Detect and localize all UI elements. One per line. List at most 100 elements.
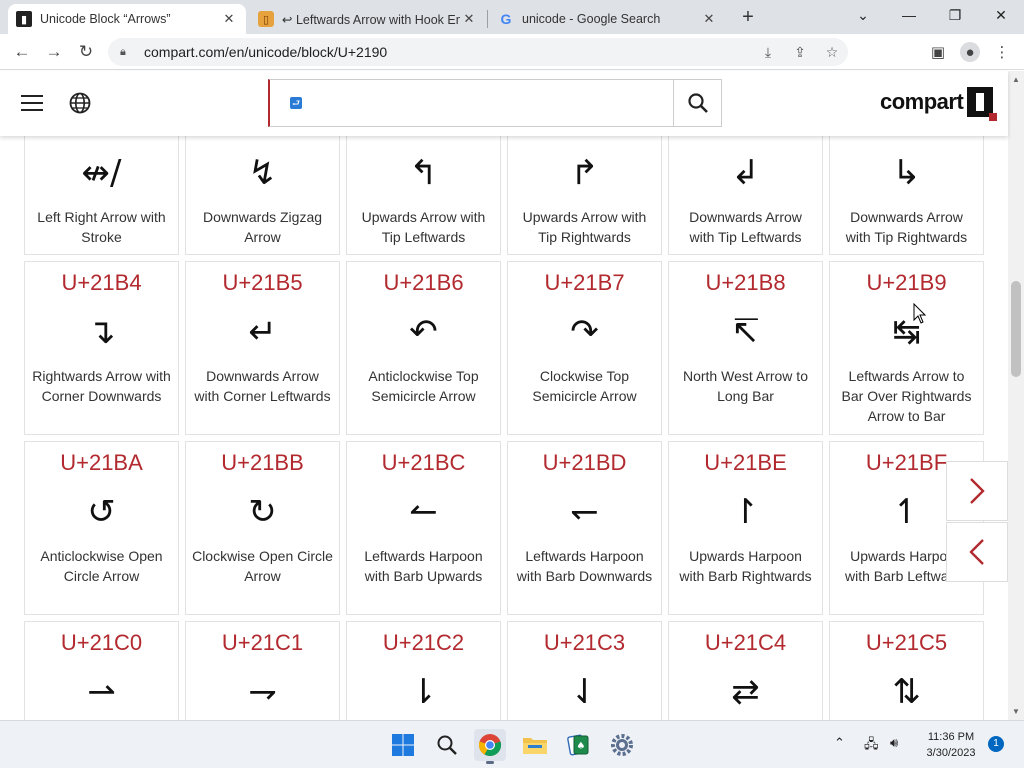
character-code: U+21C2 bbox=[382, 630, 465, 655]
compart-logo[interactable]: compart bbox=[880, 87, 998, 121]
search-icon[interactable] bbox=[431, 729, 463, 761]
tab-title: Unicode Block “Arrows” bbox=[40, 12, 171, 26]
restore-button[interactable]: ❐ bbox=[932, 0, 978, 30]
tab-google-search[interactable]: G unicode - Google Search ✕ bbox=[490, 4, 726, 34]
character-cell[interactable]: U+21B7 ↷ Clockwise Top Semicircle Arrow bbox=[507, 261, 662, 435]
back-button[interactable]: ← bbox=[8, 38, 36, 66]
address-bar[interactable]: 🔒︎ compart.com/en/unicode/block/U+2190 ⤓… bbox=[108, 38, 848, 66]
hamburger-menu-icon[interactable] bbox=[21, 95, 43, 111]
bookmark-star-icon[interactable]: ☆ bbox=[822, 42, 842, 62]
new-tab-button[interactable]: + bbox=[737, 6, 759, 28]
chrome-icon[interactable] bbox=[474, 729, 506, 764]
scroll-down-icon[interactable]: ▼ bbox=[1012, 707, 1020, 716]
next-page-button[interactable] bbox=[946, 461, 1008, 521]
page-scrollbar[interactable]: ▲ ▼ bbox=[1008, 71, 1024, 720]
character-code: U+21C1 bbox=[221, 630, 304, 655]
mouse-pointer-icon bbox=[913, 303, 927, 324]
menu-kebab-icon[interactable]: ⋮ bbox=[992, 42, 1012, 62]
character-code: U+21BA bbox=[60, 450, 143, 475]
character-cell[interactable]: U+21C3 ⇃ bbox=[507, 621, 662, 720]
character-cell[interactable]: U+21C2 ⇂ bbox=[346, 621, 501, 720]
share-icon[interactable]: ⇪ bbox=[790, 42, 810, 62]
character-glyph: ↲ bbox=[731, 153, 760, 193]
character-cell[interactable]: U+21B8 ↸ North West Arrow to Long Bar bbox=[668, 261, 823, 435]
character-cell[interactable]: U+21B6 ↶ Anticlockwise Top Semicircle Arro… bbox=[346, 261, 501, 435]
tab-separator bbox=[487, 10, 488, 28]
character-cell[interactable]: U+21C5 ⇅ bbox=[829, 621, 984, 720]
notification-badge[interactable]: 1 bbox=[988, 736, 1004, 752]
character-cell[interactable]: U+21BA ↺ Anticlockwise Open Circle Arrow bbox=[24, 441, 179, 615]
globe-icon[interactable] bbox=[68, 91, 92, 115]
character-code: U+21B8 bbox=[705, 270, 786, 295]
character-glyph: ↺ bbox=[87, 492, 116, 532]
character-cell[interactable]: U+21BB ↻ Clockwise Open Circle Arrow bbox=[185, 441, 340, 615]
solitaire-icon[interactable]: ♠ bbox=[562, 729, 594, 761]
character-cell[interactable]: U+21C4 ⇄ bbox=[668, 621, 823, 720]
character-glyph: ↸ bbox=[731, 312, 760, 352]
previous-page-button[interactable] bbox=[946, 522, 1008, 582]
character-name: Downwards Zigzag Arrow bbox=[202, 209, 323, 245]
close-window-button[interactable]: ✕ bbox=[978, 0, 1024, 30]
url-text: compart.com/en/unicode/block/U+2190 bbox=[144, 44, 388, 60]
compart-logo-mark-icon bbox=[967, 87, 998, 121]
character-code: U+21B4 bbox=[61, 270, 142, 295]
character-glyph: ⇀ bbox=[87, 672, 116, 712]
close-tab-icon[interactable]: ✕ bbox=[700, 11, 718, 27]
character-glyph: ↳ bbox=[892, 153, 921, 193]
file-explorer-icon[interactable] bbox=[519, 729, 551, 761]
character-glyph: ↻ bbox=[248, 492, 277, 532]
scroll-up-icon[interactable]: ▲ bbox=[1012, 75, 1020, 84]
search-button[interactable] bbox=[673, 80, 721, 126]
character-cell[interactable]: U+21C0 ⇀ bbox=[24, 621, 179, 720]
character-glyph: ⇅ bbox=[892, 672, 921, 712]
logo-text: compart bbox=[880, 89, 964, 114]
close-tab-icon[interactable]: ✕ bbox=[220, 11, 238, 27]
tab-leftwards-arrow-with-hook[interactable]: ▯ ↩ Leftwards Arrow with Hook Em ✕ bbox=[250, 4, 486, 34]
character-cell[interactable]: U+21B9 ↹ Leftwards Arrow to Bar Over Right… bbox=[829, 261, 984, 435]
bookmark-icon: ▯ bbox=[258, 11, 274, 27]
minimize-button[interactable]: — bbox=[886, 0, 932, 30]
character-cell[interactable]: U+21C1 ⇁ bbox=[185, 621, 340, 720]
reload-button[interactable]: ↻ bbox=[72, 38, 100, 66]
character-cell[interactable]: ↲ Downwards Arrow with Tip Leftwards bbox=[668, 136, 823, 255]
character-cell[interactable]: U+21BD ↽ Leftwards Harpoon with Barb Downw… bbox=[507, 441, 662, 615]
tab-unicode-block-arrows[interactable]: ▮ Unicode Block “Arrows” ✕ bbox=[8, 4, 246, 34]
character-code: U+21B7 bbox=[544, 270, 625, 295]
character-code: U+21B6 bbox=[383, 270, 464, 295]
profile-avatar-icon[interactable]: ● bbox=[960, 42, 980, 62]
install-app-icon[interactable]: ⤓ bbox=[758, 42, 778, 62]
character-cell[interactable]: ↳ Downwards Arrow with Tip Rightwards bbox=[829, 136, 984, 255]
character-glyph: ⇄ bbox=[731, 672, 760, 712]
character-name: Leftwards Harpoon with Barb Upwards bbox=[364, 548, 483, 584]
character-cell[interactable]: U+21B5 ↵ Downwards Arrow with Corner Leftw… bbox=[185, 261, 340, 435]
side-panel-icon[interactable]: ▣ bbox=[928, 42, 948, 62]
site-search-input[interactable] bbox=[270, 80, 674, 126]
character-code: U+21B5 bbox=[222, 270, 303, 295]
character-glyph: ↱ bbox=[570, 153, 599, 193]
system-clock[interactable]: 11:36 PM 3/30/2023 bbox=[916, 729, 986, 761]
forward-button[interactable]: → bbox=[40, 38, 68, 66]
character-cell[interactable]: ↯ Downwards Zigzag Arrow bbox=[185, 136, 340, 255]
character-code: U+21B9 bbox=[866, 270, 947, 295]
chevron-up-icon[interactable]: ⌃ bbox=[834, 735, 845, 751]
lock-icon[interactable]: 🔒︎ bbox=[120, 46, 134, 59]
settings-icon[interactable] bbox=[606, 729, 638, 761]
tab-search-icon[interactable]: ⌄ bbox=[840, 0, 886, 30]
scrollbar-thumb[interactable] bbox=[1011, 281, 1021, 377]
character-cell[interactable]: ↮/ Left Right Arrow with Stroke bbox=[24, 136, 179, 255]
site-header: ⮐ compart bbox=[0, 71, 1008, 136]
volume-icon[interactable]: 🔊︎ bbox=[890, 735, 898, 751]
character-glyph: ↼ bbox=[409, 492, 438, 532]
character-cell[interactable]: ↰ Upwards Arrow with Tip Leftwards bbox=[346, 136, 501, 255]
character-glyph: ⇂ bbox=[409, 672, 438, 712]
character-name: Anticlockwise Top Semicircle Arrow bbox=[368, 368, 479, 404]
character-cell[interactable]: U+21B4 ↴ Rightwards Arrow with Corner Down… bbox=[24, 261, 179, 435]
close-tab-icon[interactable]: ✕ bbox=[460, 11, 478, 27]
character-cell[interactable]: ↱ Upwards Arrow with Tip Rightwards bbox=[507, 136, 662, 255]
character-cell[interactable]: U+21BC ↼ Leftwards Harpoon with Barb Upwar… bbox=[346, 441, 501, 615]
tab-title: unicode - Google Search bbox=[522, 12, 661, 26]
network-icon[interactable]: 🖧︎ bbox=[864, 735, 879, 757]
character-cell[interactable]: U+21BE ↾ Upwards Harpoon with Barb Rightwa… bbox=[668, 441, 823, 615]
character-name: Left Right Arrow with Stroke bbox=[37, 209, 166, 245]
windows-start-icon[interactable] bbox=[387, 729, 419, 761]
